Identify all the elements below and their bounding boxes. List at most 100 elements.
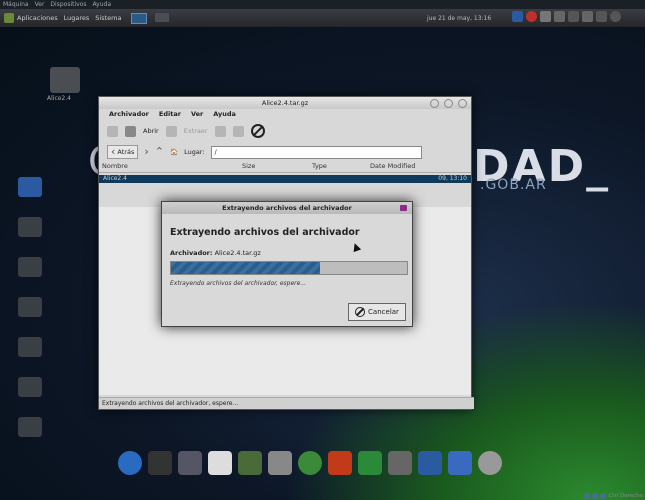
applications-menu[interactable]: Aplicaciones	[4, 13, 58, 24]
vm-menubar: Máquina Ver Dispositivos Ayuda	[0, 0, 645, 9]
system-tray	[512, 11, 621, 22]
printer-icon[interactable]	[388, 451, 412, 475]
cancel-button[interactable]: Cancelar	[348, 303, 406, 321]
dialog-heading: Extrayendo archivos del archivador	[170, 227, 360, 238]
menu-archive[interactable]: Archivador	[109, 109, 149, 120]
vm-menu-devices[interactable]: Dispositivos	[50, 0, 86, 9]
vm-usb-icon	[600, 493, 607, 499]
camera-launcher-icon[interactable]	[18, 337, 42, 357]
drive-launcher-icon[interactable]	[18, 257, 42, 277]
extract-button[interactable]: Extraer	[184, 127, 208, 135]
close-icon[interactable]	[458, 99, 467, 108]
desktop-folder-icon[interactable]	[50, 67, 80, 93]
clock-icon[interactable]	[478, 451, 502, 475]
desktop-folder-label[interactable]: Alice2.4	[47, 95, 71, 102]
stop-icon[interactable]	[250, 124, 265, 138]
column-name[interactable]: Nombre	[102, 162, 242, 172]
system-menu[interactable]: Sistema	[95, 13, 121, 24]
panel-clock[interactable]: jue 21 de may, 13:16	[427, 15, 491, 22]
progress-fill	[171, 262, 320, 274]
battery-icon[interactable]	[554, 11, 565, 22]
display-icon[interactable]	[596, 11, 607, 22]
alert-icon[interactable]	[526, 11, 537, 22]
back-label: Atrás	[117, 148, 135, 156]
network-icon[interactable]	[512, 11, 523, 22]
menu-edit[interactable]: Editar	[159, 109, 181, 120]
up-icon[interactable]: ⌃	[155, 146, 164, 157]
power-icon[interactable]	[610, 11, 621, 22]
network-tools-icon[interactable]	[238, 451, 262, 475]
home-icon[interactable]: 🏠	[170, 148, 178, 156]
photo-launcher-icon[interactable]	[18, 417, 42, 437]
top-panel: Aplicaciones Lugares Sistema jue 21 de m…	[0, 9, 645, 27]
trash-icon[interactable]	[418, 451, 442, 475]
back-arrow-icon: ‹	[111, 145, 116, 158]
monitor-icon[interactable]	[178, 451, 202, 475]
browser-icon[interactable]	[118, 451, 142, 475]
window-menubar: Archivador Editar Ver Ayuda	[99, 109, 471, 120]
desktop-launchers	[18, 177, 48, 457]
forward-icon[interactable]: ›	[144, 146, 148, 157]
window-title: Alice2.4.tar.gz	[261, 99, 309, 107]
dialog-title: Extrayendo archivos del archivador	[222, 204, 352, 212]
volume-icon[interactable]	[568, 11, 579, 22]
maximize-icon[interactable]	[444, 99, 453, 108]
wallpaper-brand-sub: .GOB.AR	[480, 177, 547, 193]
file-row[interactable]: Alice2.4 09, 13:10	[99, 175, 471, 183]
open-icon[interactable]	[125, 125, 136, 137]
dialog-archive-info: Archivador: Alice2.4.tar.gz	[170, 249, 261, 257]
distro-logo-icon	[4, 13, 14, 23]
book-icon[interactable]	[328, 451, 352, 475]
terminal-icon[interactable]	[148, 451, 172, 475]
dock	[118, 444, 502, 482]
location-input[interactable]: /	[210, 145, 422, 159]
terminal-launcher-icon[interactable]	[18, 177, 42, 197]
extract-icon[interactable]	[165, 125, 177, 137]
cancel-icon	[355, 307, 366, 317]
document-icon[interactable]	[208, 451, 232, 475]
vm-menu-view[interactable]: Ver	[35, 0, 45, 9]
user-icon[interactable]	[582, 11, 593, 22]
dialog-titlebar[interactable]: Extrayendo archivos del archivador	[162, 202, 412, 214]
vm-network-icon	[592, 493, 599, 499]
folder-launcher-icon[interactable]	[18, 297, 42, 317]
menu-view[interactable]: Ver	[191, 109, 203, 120]
vm-disk-icon	[584, 493, 591, 499]
column-size[interactable]: Size	[242, 162, 312, 172]
dialog-close-icon[interactable]	[400, 205, 407, 211]
add-files-icon[interactable]	[214, 125, 226, 137]
window-icon[interactable]	[448, 451, 472, 475]
vm-menu-help[interactable]: Ayuda	[92, 0, 111, 9]
dialog-status: Extrayendo archivos del archivador, espe…	[170, 280, 307, 287]
menu-help[interactable]: Ayuda	[213, 109, 236, 120]
file-name: Alice2.4	[103, 175, 127, 182]
window-titlebar[interactable]: Alice2.4.tar.gz	[99, 97, 471, 109]
graphics-icon[interactable]	[268, 451, 292, 475]
places-menu[interactable]: Lugares	[64, 13, 90, 24]
extract-progress-dialog: Extrayendo archivos del archivador Extra…	[161, 201, 413, 327]
column-type[interactable]: Type	[312, 162, 370, 172]
home-launcher-icon[interactable]	[18, 217, 42, 237]
progress-bar	[170, 261, 408, 275]
disk-launcher-icon[interactable]	[18, 377, 42, 397]
file-list-header: Nombre Size Type Date Modified	[99, 162, 471, 173]
cancel-label: Cancelar	[368, 308, 399, 316]
add-folder-icon[interactable]	[232, 125, 244, 137]
vm-menu-machine[interactable]: Máquina	[3, 0, 29, 9]
back-button[interactable]: ‹ Atrás	[107, 145, 139, 159]
window-statusbar: Extrayendo archivos del archivador, espe…	[99, 397, 474, 409]
applications-label: Aplicaciones	[17, 14, 58, 22]
open-button[interactable]: Abrir	[143, 127, 159, 135]
panel-launcher-icon[interactable]	[155, 12, 170, 22]
chat-icon[interactable]	[358, 451, 382, 475]
archive-value: Alice2.4.tar.gz	[214, 249, 261, 257]
bluetooth-icon[interactable]	[540, 11, 551, 22]
window-toolbar: Abrir Extraer	[99, 120, 471, 142]
terminal-launcher-icon[interactable]	[131, 12, 148, 24]
location-bar: ‹ Atrás › ⌃ 🏠 Lugar: /	[99, 142, 471, 162]
location-label: Lugar:	[184, 148, 205, 156]
column-date[interactable]: Date Modified	[370, 162, 460, 172]
new-archive-icon[interactable]	[107, 125, 118, 137]
minimize-icon[interactable]	[430, 99, 439, 108]
game-icon[interactable]	[298, 451, 322, 475]
